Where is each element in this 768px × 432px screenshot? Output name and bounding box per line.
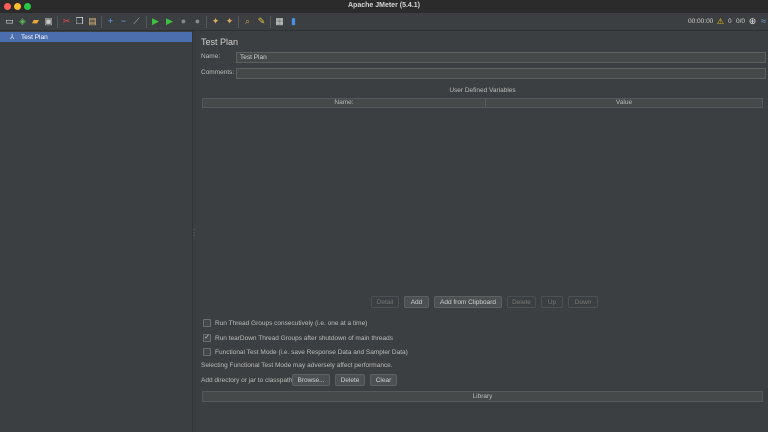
delete-variable-button[interactable]: Delete (507, 296, 536, 308)
remote-start-icon[interactable]: ⊕ (747, 16, 758, 27)
help-icon[interactable]: ▮ (288, 16, 299, 27)
detail-button[interactable]: Detail (371, 296, 399, 308)
new-icon[interactable]: ▭ (4, 16, 15, 27)
warning-icon[interactable]: ⚠ (715, 16, 726, 27)
classpath-label: Add directory or jar to classpath (201, 377, 293, 384)
comments-label: Comments: (201, 69, 235, 76)
test-tree-panel: ⅄ Test Plan (0, 31, 192, 432)
functional-mode-option[interactable]: Functional Test Mode (i.e. save Response… (203, 347, 408, 357)
stop-icon[interactable]: ● (178, 16, 189, 27)
tree-item-test-plan[interactable]: ⅄ Test Plan (0, 32, 192, 42)
add-from-clipboard-button[interactable]: Add from Clipboard (434, 296, 502, 308)
remote-stop-icon[interactable]: ≈ (759, 16, 768, 27)
test-plan-editor: Test Plan Name: Comments: User Defined V… (197, 31, 768, 432)
variables-table-header: Name: Value (202, 98, 763, 108)
run-consecutively-checkbox[interactable] (203, 319, 211, 327)
save-icon[interactable]: ▣ (43, 16, 54, 27)
run-consecutively-option[interactable]: Run Thread Groups consecutively (i.e. on… (203, 318, 367, 328)
copy-icon[interactable]: ❐ (74, 16, 85, 27)
run-teardown-label: Run tearDown Thread Groups after shutdow… (215, 334, 394, 342)
start-icon[interactable]: ▶ (150, 16, 161, 27)
column-header-name[interactable]: Name: (203, 99, 486, 107)
shutdown-icon[interactable]: ● (192, 16, 203, 27)
run-consecutively-label: Run Thread Groups consecutively (i.e. on… (215, 319, 368, 327)
browse-button[interactable]: Browse... (292, 374, 330, 386)
up-button[interactable]: Up (541, 296, 563, 308)
clear-all-icon[interactable]: ✦ (224, 16, 235, 27)
templates-icon[interactable]: ◈ (17, 16, 28, 27)
elapsed-timer: 00:00:00 (688, 18, 714, 25)
name-label: Name: (201, 53, 221, 60)
divider-grip-icon[interactable]: · · · (193, 227, 195, 239)
page-title: Test Plan (201, 37, 239, 47)
column-header-value[interactable]: Value (486, 99, 762, 107)
functional-mode-checkbox[interactable] (203, 348, 211, 356)
open-icon[interactable]: ▰ (30, 16, 41, 27)
expand-icon[interactable]: + (105, 16, 116, 27)
delete-classpath-button[interactable]: Delete (335, 374, 365, 386)
title-bar: Apache JMeter (5.4.1) (0, 0, 768, 13)
reset-search-icon[interactable]: ✎ (256, 16, 267, 27)
cut-icon[interactable]: ✂ (61, 16, 72, 27)
down-button[interactable]: Down (568, 296, 598, 308)
comments-field[interactable] (236, 68, 766, 79)
user-defined-variables-title: User Defined Variables (449, 87, 516, 94)
variables-table-body[interactable] (202, 110, 763, 293)
functional-mode-warning: Selecting Functional Test Mode may adver… (201, 362, 393, 369)
tree-item-label: Test Plan (21, 33, 48, 41)
run-teardown-checkbox[interactable]: ✓ (203, 334, 211, 342)
paste-icon[interactable]: ▤ (87, 16, 98, 27)
toggle-icon[interactable]: ⟋ (131, 16, 142, 27)
clear-icon[interactable]: ✦ (210, 16, 221, 27)
name-field[interactable] (236, 52, 766, 63)
toolbar: ▭ ◈ ▰ ▣ ✂ ❐ ▤ + − ⟋ ▶ ▶ ● ● ✦ ✦ ⌕ ✎ ▦ ▮ … (0, 13, 768, 31)
add-button[interactable]: Add (404, 296, 429, 308)
function-helper-icon[interactable]: ▦ (274, 16, 285, 27)
clear-classpath-button[interactable]: Clear (370, 374, 397, 386)
warning-count: 0 (728, 18, 732, 25)
test-plan-icon: ⅄ (10, 34, 15, 41)
window-title: Apache JMeter (5.4.1) (348, 2, 420, 9)
start-no-pause-icon[interactable]: ▶ (164, 16, 175, 27)
library-table-header[interactable]: Library (202, 391, 763, 402)
run-teardown-option[interactable]: ✓ Run tearDown Thread Groups after shutd… (203, 333, 393, 343)
thread-count: 0/0 (736, 18, 746, 25)
functional-mode-label: Functional Test Mode (i.e. save Response… (215, 348, 408, 356)
search-icon[interactable]: ⌕ (242, 16, 253, 27)
collapse-icon[interactable]: − (118, 16, 129, 27)
